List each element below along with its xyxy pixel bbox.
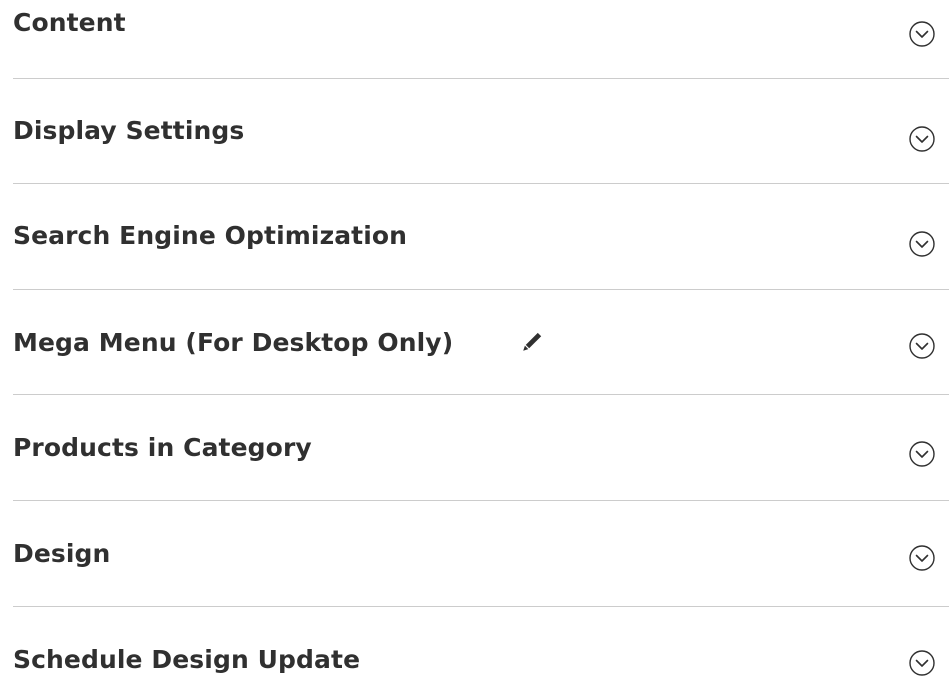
chevron-down-icon[interactable] xyxy=(907,19,937,49)
section-title-content: Content xyxy=(13,8,126,37)
pencil-icon[interactable] xyxy=(516,328,546,358)
section-title-mega-menu: Mega Menu (For Desktop Only) xyxy=(13,328,454,357)
section-title-design: Design xyxy=(13,539,111,568)
section-mega-menu[interactable]: Mega Menu (For Desktop Only) xyxy=(0,290,949,394)
section-display-settings[interactable]: Display Settings xyxy=(0,79,949,183)
chevron-down-icon[interactable] xyxy=(907,229,937,259)
category-settings-accordion: Content Display Settings Search Engine O… xyxy=(0,0,949,679)
chevron-down-icon[interactable] xyxy=(907,648,937,678)
section-design[interactable]: Design xyxy=(0,501,949,606)
chevron-down-icon[interactable] xyxy=(907,543,937,573)
section-title-search-engine-optimization: Search Engine Optimization xyxy=(13,221,408,250)
chevron-down-icon[interactable] xyxy=(907,331,937,361)
section-search-engine-optimization[interactable]: Search Engine Optimization xyxy=(0,184,949,289)
chevron-down-icon[interactable] xyxy=(907,439,937,469)
section-title-schedule-design-update: Schedule Design Update xyxy=(13,645,361,674)
section-products-in-category[interactable]: Products in Category xyxy=(0,395,949,500)
chevron-down-icon[interactable] xyxy=(907,124,937,154)
section-schedule-design-update[interactable]: Schedule Design Update xyxy=(0,607,949,679)
section-title-display-settings: Display Settings xyxy=(13,116,245,145)
section-content[interactable]: Content xyxy=(0,0,949,79)
section-title-products-in-category: Products in Category xyxy=(13,433,312,462)
